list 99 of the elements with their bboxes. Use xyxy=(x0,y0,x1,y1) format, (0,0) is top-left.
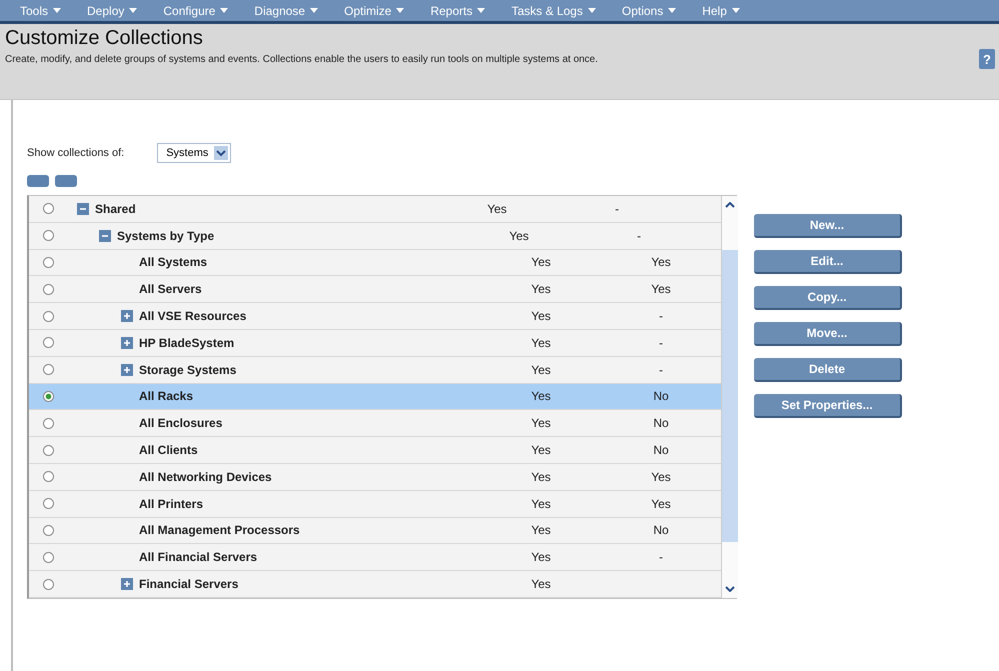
collection-name: All Financial Servers xyxy=(139,550,258,564)
table-cell: - xyxy=(659,309,663,324)
scroll-down-icon[interactable] xyxy=(725,586,735,592)
table-row[interactable]: All Financial Servers Yes - xyxy=(29,544,721,572)
radio-button[interactable] xyxy=(42,390,54,402)
page-title: Customize Collections xyxy=(5,27,204,50)
table-cell: Yes xyxy=(531,550,551,564)
collection-type-dropdown[interactable]: Systems xyxy=(157,143,232,163)
collapse-icon[interactable] xyxy=(99,230,111,242)
help-button[interactable]: ? xyxy=(979,49,995,69)
collapse-icon[interactable] xyxy=(77,202,89,215)
table-cell: No xyxy=(653,523,669,538)
table-row[interactable]: Shared Yes - xyxy=(29,196,721,223)
radio-button[interactable] xyxy=(42,418,54,429)
collection-name: All Clients xyxy=(139,443,198,458)
collection-name: All Printers xyxy=(139,496,204,511)
collection-name: HP BladeSystem xyxy=(139,336,234,350)
collection-name: Storage Systems xyxy=(139,362,236,377)
table-cell: Yes xyxy=(531,577,551,592)
table-cell: No xyxy=(653,389,669,404)
table-cell: Yes xyxy=(531,443,551,458)
caret-icon xyxy=(310,8,318,13)
scrollbar[interactable] xyxy=(721,196,738,598)
page-description: Create, modify, and delete groups of systems and events. Collections enable the users to easily run tools on multiple systems at once. xyxy=(5,54,598,65)
caret-icon xyxy=(53,8,62,13)
table-cell: - xyxy=(615,202,619,216)
table-cell: Yes xyxy=(531,523,551,538)
radio-button[interactable] xyxy=(42,471,54,482)
caret-icon xyxy=(668,8,676,13)
expand-icon[interactable] xyxy=(121,364,133,376)
table-row[interactable]: All Management Processors Yes No xyxy=(29,518,721,544)
table-cell: Yes xyxy=(531,336,551,350)
scrollbar-thumb[interactable] xyxy=(722,250,738,542)
table-cell: - xyxy=(659,550,663,564)
collection-name: All Systems xyxy=(139,255,208,270)
radio-button[interactable] xyxy=(42,337,54,348)
table-row[interactable]: All Systems Yes Yes xyxy=(29,250,721,276)
collection-name: All VSE Resources xyxy=(139,309,246,324)
collection-name: Systems by Type xyxy=(117,228,214,243)
radio-button[interactable] xyxy=(42,552,54,563)
table-row[interactable]: Systems by Type Yes - xyxy=(29,222,721,250)
table-row[interactable]: All Clients Yes No xyxy=(29,437,721,464)
collection-name: All Networking Devices xyxy=(139,470,272,484)
table-cell: - xyxy=(637,228,641,243)
radio-button[interactable] xyxy=(42,364,54,376)
table-row[interactable]: All Servers Yes Yes xyxy=(29,276,721,304)
table-cell: Yes xyxy=(531,362,551,377)
table-row[interactable]: All Printers Yes Yes xyxy=(29,490,721,518)
caret-icon xyxy=(220,8,228,13)
table-row[interactable]: All Racks Yes No xyxy=(29,384,721,410)
table-cell: Yes xyxy=(651,496,671,511)
caret-icon xyxy=(588,8,596,13)
caret-icon xyxy=(129,8,138,13)
collection-name: All Enclosures xyxy=(139,416,222,430)
radio-button[interactable] xyxy=(42,578,54,590)
scroll-up-icon[interactable] xyxy=(725,202,735,208)
table-row[interactable]: All Networking Devices Yes Yes xyxy=(29,464,721,491)
table-cell: Yes xyxy=(509,228,529,243)
collection-name: All Servers xyxy=(139,282,202,296)
table-row[interactable]: HP BladeSystem Yes - xyxy=(29,330,721,357)
radio-button[interactable] xyxy=(42,284,54,295)
collection-name: Shared xyxy=(95,202,136,216)
table-cell: Yes xyxy=(531,282,551,296)
expand-icon[interactable] xyxy=(121,336,133,349)
caret-icon xyxy=(732,8,740,13)
table-cell: Yes xyxy=(531,309,551,324)
radio-button[interactable] xyxy=(42,498,54,510)
table-cell: No xyxy=(653,416,669,430)
table-row[interactable]: All Enclosures Yes No xyxy=(29,410,721,438)
radio-button[interactable] xyxy=(42,203,54,214)
table-cell: No xyxy=(653,443,669,458)
table-row[interactable]: Financial Servers Yes xyxy=(29,571,721,598)
radio-button[interactable] xyxy=(42,524,54,536)
table-cell: - xyxy=(659,362,663,377)
table-cell: Yes xyxy=(531,255,551,270)
table-cell: Yes xyxy=(651,470,671,484)
collapse-all-button[interactable] xyxy=(55,175,77,187)
radio-button[interactable] xyxy=(42,256,54,268)
table-cell: Yes xyxy=(651,255,671,270)
table-cell: Yes xyxy=(531,416,551,430)
table-cell: Yes xyxy=(531,496,551,511)
table-cell: Yes xyxy=(531,389,551,404)
collection-name: All Management Processors xyxy=(139,523,300,538)
table-row[interactable]: All VSE Resources Yes - xyxy=(29,303,721,330)
caret-icon xyxy=(396,8,404,13)
table-cell: - xyxy=(659,336,663,350)
caret-icon xyxy=(477,8,486,13)
radio-button[interactable] xyxy=(42,230,54,242)
collection-name: All Racks xyxy=(139,389,194,404)
table-cell: Yes xyxy=(487,202,507,216)
collection-name: Financial Servers xyxy=(139,577,238,592)
expand-all-button[interactable] xyxy=(27,175,49,187)
expand-icon[interactable] xyxy=(121,310,133,322)
filter-label: Show collections of: xyxy=(27,147,124,159)
expand-icon[interactable] xyxy=(121,578,133,590)
table-cell: Yes xyxy=(531,470,551,484)
radio-button[interactable] xyxy=(42,444,54,456)
radio-button[interactable] xyxy=(42,310,54,322)
table-cell: Yes xyxy=(651,282,671,296)
